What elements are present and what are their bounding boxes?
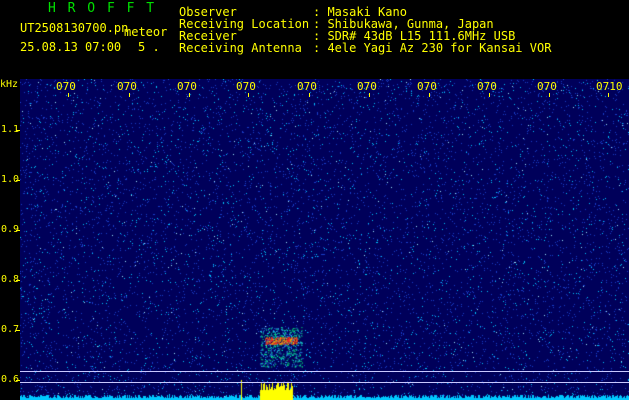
frequency-marker-line (20, 382, 629, 383)
x-tick-mark (189, 93, 190, 97)
x-tick-mark (248, 93, 249, 97)
x-tick-mark (129, 93, 130, 97)
x-tick-mark (369, 93, 370, 97)
x-tick-mark (429, 93, 430, 97)
y-tick-mark (16, 230, 20, 231)
header-panel: H R O F F T UT2508130700.pn meteor 25.08… (0, 0, 629, 79)
x-tick-mark (549, 93, 550, 97)
x-tick-mark (608, 93, 609, 97)
x-tick-label: 070 (177, 80, 197, 93)
y-tick-mark (16, 130, 20, 131)
x-tick-label: 070 (297, 80, 317, 93)
x-tick-label: 070 (56, 80, 76, 93)
x-tick-mark (489, 93, 490, 97)
x-tick-label: 070 (537, 80, 557, 93)
x-tick-label: 070 (417, 80, 437, 93)
x-tick-label: 070 (357, 80, 377, 93)
type-label: meteor (124, 25, 168, 39)
x-tick-label: 070 (236, 80, 256, 93)
spectrogram-canvas (20, 79, 629, 400)
x-tick-label: 0710 (596, 80, 623, 93)
antenna-value: : 4ele Yagi Az 230 for Kansai VOR (313, 41, 552, 55)
x-tick-mark (68, 93, 69, 97)
y-tick-mark (16, 380, 20, 381)
x-tick-label: 070 (477, 80, 497, 93)
y-tick-mark (16, 330, 20, 331)
x-tick-label: 070 (117, 80, 137, 93)
x-tick-mark (309, 93, 310, 97)
file-name: UT2508130700.pn (20, 21, 129, 35)
y-axis-unit: kHz (0, 79, 19, 90)
y-tick-mark (16, 180, 20, 181)
antenna-label: Receiving Antenna (179, 41, 302, 55)
y-tick-mark (16, 280, 20, 281)
event-count: 5 . (138, 40, 160, 54)
app-title: H R O F F T (48, 1, 157, 16)
date-time: 25.08.13 07:00 (20, 40, 122, 54)
frequency-marker-line (20, 371, 629, 372)
